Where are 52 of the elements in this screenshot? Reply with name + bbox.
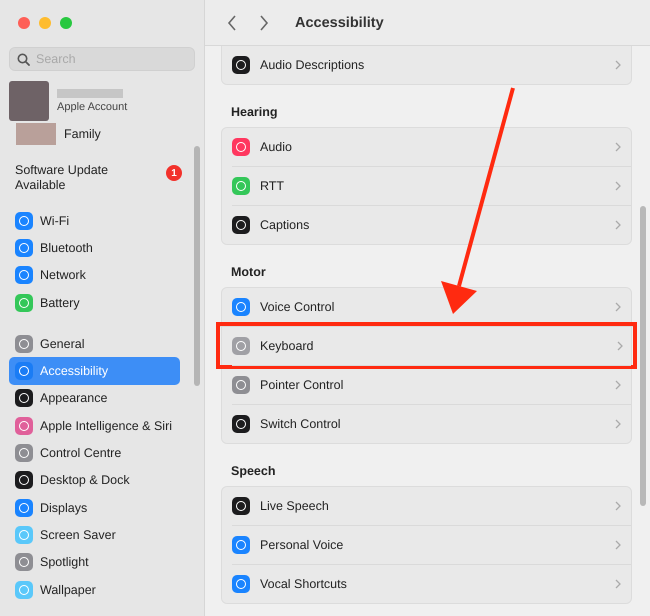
sidebar-item[interactable]: Network [9, 262, 180, 289]
chevron-left-icon [227, 14, 237, 30]
sidebar-item[interactable]: Control Centre [9, 439, 180, 467]
settings-row[interactable]: Live Speech [232, 487, 631, 525]
settings-row[interactable]: Personal Voice [232, 525, 631, 564]
chevron-icon [615, 419, 621, 429]
sidebar-item[interactable]: Appearance [9, 384, 180, 412]
chevron-icon [615, 501, 621, 511]
settings-row[interactable]: Switch Control [232, 404, 631, 443]
redacted-name [57, 89, 123, 98]
section-heading: Motor [231, 265, 267, 279]
section-heading: Speech [231, 464, 276, 478]
sidebar-item[interactable]: General [9, 330, 180, 358]
section-heading: Hearing [231, 105, 279, 119]
chevron-icon [615, 540, 621, 550]
avatar-placeholder [9, 81, 49, 121]
chevron-icon [615, 60, 621, 70]
software-update-item[interactable]: Software Update Available [15, 163, 125, 193]
avatar-placeholder [16, 123, 56, 145]
window-title: Accessibility [295, 14, 384, 30]
settings-row[interactable]: Audio [232, 128, 631, 166]
zoom-button-icon[interactable] [60, 17, 72, 29]
close-button-icon[interactable] [18, 17, 30, 29]
sidebar-item[interactable]: Displays [9, 494, 180, 522]
settings-row[interactable]: RTT [232, 166, 631, 205]
settings-row[interactable]: Keyboard [220, 326, 633, 365]
scrollbar[interactable] [194, 146, 200, 386]
chevron-icon [615, 380, 621, 390]
sidebar-item[interactable]: Bluetooth [9, 234, 180, 262]
sidebar-item[interactable]: Battery [9, 288, 180, 316]
chevron-icon [615, 302, 621, 312]
sidebar-item[interactable]: Spotlight [9, 548, 180, 576]
sidebar-item[interactable]: Wallpaper [9, 576, 180, 604]
notification-badge: 1 [166, 165, 182, 181]
sidebar-item[interactable]: Apple Intelligence & Siri [9, 412, 180, 440]
settings-row[interactable]: Vocal Shortcuts [232, 564, 631, 603]
chevron-icon [615, 579, 621, 589]
chevron-right-icon [259, 14, 269, 30]
scrollbar[interactable] [640, 206, 646, 506]
chevron-icon [615, 142, 621, 152]
chevron-icon [615, 181, 621, 191]
sidebar-item[interactable]: Desktop & Dock [9, 466, 180, 494]
family-item[interactable]: Family [64, 127, 101, 141]
account-label: Apple Account [57, 101, 128, 113]
minimize-button-icon[interactable] [39, 17, 51, 29]
sidebar-item[interactable]: Wi-Fi [9, 207, 180, 234]
settings-row[interactable]: Captions [232, 205, 631, 244]
chevron-icon [615, 220, 621, 230]
sidebar-item[interactable]: Screen Saver [9, 521, 180, 549]
settings-row[interactable]: Audio Descriptions [232, 46, 631, 84]
settings-row[interactable]: Pointer Control [232, 365, 631, 404]
chevron-icon [617, 341, 623, 351]
